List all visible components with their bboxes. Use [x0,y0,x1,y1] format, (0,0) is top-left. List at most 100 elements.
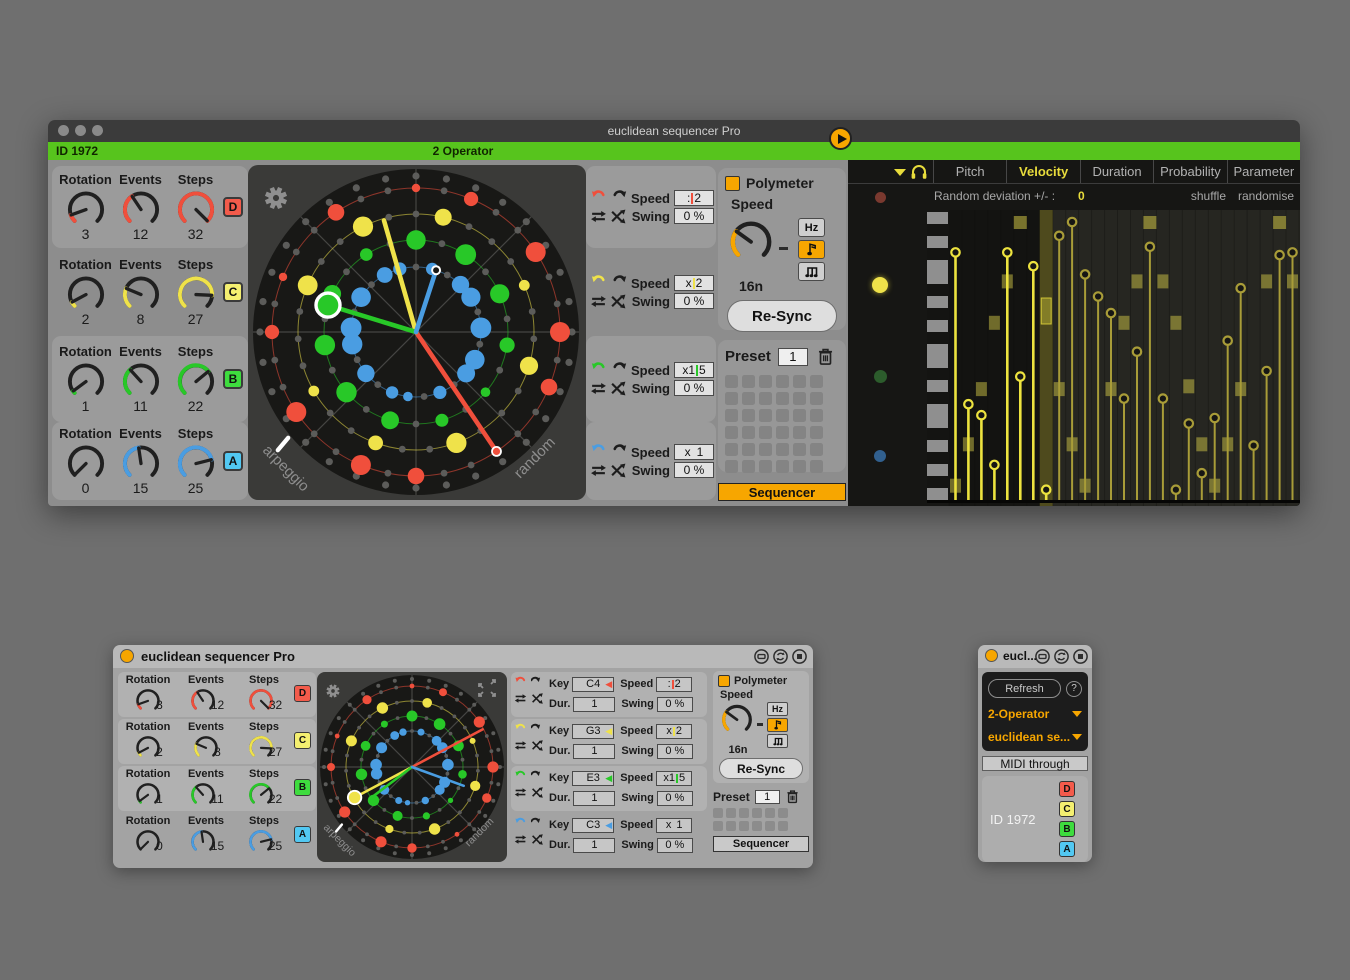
events-value[interactable]: 12 [133,226,149,242]
redo-arrow-icon[interactable] [531,722,544,735]
swap-icon[interactable] [514,692,527,705]
hz-mode-button[interactable]: Hz [798,218,825,237]
chevron-down-icon[interactable] [1072,734,1082,740]
preset-slot[interactable] [759,443,772,456]
swap-icon[interactable] [514,833,527,846]
events-value[interactable]: 8 [137,311,145,327]
preset-slot[interactable] [793,392,806,405]
rotate-arrow-icon[interactable] [590,273,607,290]
shuffle-icon[interactable] [610,208,627,225]
swap-icon[interactable] [590,462,607,479]
shuffle-icon[interactable] [610,462,627,479]
m4l-track-D-swing-box[interactable]: 0 % [657,697,693,712]
track-B-events-knob[interactable] [118,359,164,400]
m4l-hz-mode-button[interactable]: Hz [767,702,788,716]
preset-slot[interactable] [778,821,788,831]
m4l-track-C-key-box[interactable]: G3◀ [572,724,614,739]
redo-arrow-icon[interactable] [610,442,627,459]
tab-pitch[interactable]: Pitch [933,160,1006,183]
m4l-track-C-swing-box[interactable]: 0 % [657,744,693,759]
m4l-radial-sequencer-display[interactable]: arpeggiorandom [317,672,507,862]
fold-device-icon[interactable] [1035,649,1050,664]
track-C-badge[interactable]: C [223,282,243,302]
preset-slot[interactable] [742,409,755,422]
preset-slot[interactable] [742,426,755,439]
m4l-preset-slot-grid[interactable] [713,808,809,831]
preset-slot[interactable] [725,460,738,473]
gear-icon[interactable] [327,685,339,697]
operator-dropdown[interactable]: 2-Operator [988,707,1049,721]
redo-arrow-icon[interactable] [610,360,627,377]
preset-slot[interactable] [742,443,755,456]
m4l-track-D-key-box[interactable]: C4◀ [572,677,614,692]
rotation-value[interactable]: 0 [82,480,90,496]
track-A-speed-box[interactable]: x1 [674,444,714,460]
headphones-icon[interactable] [910,163,928,180]
track-D-speed-box[interactable]: :2 [674,190,714,206]
m4l-note-sync-mode-button[interactable] [767,718,788,732]
random-deviation-value[interactable]: 0 [1078,189,1085,203]
companion-titlebar[interactable]: eucl... [978,645,1092,668]
track-C-speed-box[interactable]: x2 [674,275,714,291]
tab-parameter[interactable]: Parameter [1227,160,1300,183]
preset-slot[interactable] [759,392,772,405]
m4l-track-A-swing-box[interactable]: 0 % [657,838,693,853]
preset-slot[interactable] [725,375,738,388]
events-value[interactable]: 15 [133,480,149,496]
preset-slot[interactable] [810,460,823,473]
preset-slot[interactable] [725,409,738,422]
m4l-track-A-badge[interactable]: A [294,826,311,843]
shuffle-button[interactable]: shuffle [1191,189,1226,203]
resync-button[interactable]: Re-Sync [727,300,837,332]
select-track-B-button[interactable]: B [1059,821,1075,837]
m4l-preset-number-box[interactable]: 1 [755,790,780,804]
preset-slot[interactable] [725,443,738,456]
preset-slot[interactable] [752,808,762,818]
play-indicator-button[interactable] [829,127,852,150]
m4l-track-C-dur-box[interactable]: 1 [573,744,615,759]
m4l-track-A-dur-box[interactable]: 1 [573,838,615,853]
tab-probability[interactable]: Probability [1153,160,1226,183]
chevron-down-icon[interactable] [1072,711,1082,717]
m4l-track-D-speed-box[interactable]: :2 [656,677,692,692]
preset-slot[interactable] [725,392,738,405]
tab-duration[interactable]: Duration [1080,160,1153,183]
track-B-steps-knob[interactable] [173,359,219,400]
track-D-events-knob[interactable] [118,187,164,228]
hotswap-icon[interactable] [773,649,788,664]
preset-slot[interactable] [810,443,823,456]
preset-slot[interactable] [793,426,806,439]
save-preset-icon[interactable] [792,649,807,664]
select-track-C-button[interactable]: C [1059,801,1075,817]
preset-slot[interactable] [739,821,749,831]
m4l-track-B-speed-box[interactable]: x15 [656,771,692,786]
hotswap-icon[interactable] [1054,649,1069,664]
preset-slot[interactable] [765,808,775,818]
m4l-track-B-key-box[interactable]: E3◀ [572,771,614,786]
track-D-steps-knob[interactable] [173,187,219,228]
track-D-selector-dot[interactable] [875,192,886,203]
preset-slot[interactable] [742,375,755,388]
preset-slot[interactable] [810,392,823,405]
preset-slot[interactable] [713,808,723,818]
trash-icon[interactable] [786,789,799,804]
redo-arrow-icon[interactable] [531,675,544,688]
preset-slot[interactable] [810,375,823,388]
m4l-track-A-speed-box[interactable]: x1 [656,818,692,833]
radial-sequencer-display[interactable]: arpeggiorandom [248,165,586,500]
m4l-track-B-badge[interactable]: B [294,779,311,796]
steps-value[interactable]: 32 [188,226,204,242]
preset-slot[interactable] [742,460,755,473]
preset-slot[interactable] [726,808,736,818]
rotate-arrow-icon[interactable] [514,722,527,735]
shuffle-icon[interactable] [610,380,627,397]
window-titlebar[interactable]: euclidean sequencer Pro [48,120,1300,142]
note-sync-mode-button[interactable] [798,240,825,259]
swap-icon[interactable] [590,293,607,310]
redo-arrow-icon[interactable] [610,273,627,290]
preset-slot[interactable] [759,460,772,473]
preset-slot[interactable] [759,409,772,422]
track-B-speed-box[interactable]: x15 [674,362,714,378]
preset-slot[interactable] [759,426,772,439]
rotation-value[interactable]: 1 [82,398,90,414]
